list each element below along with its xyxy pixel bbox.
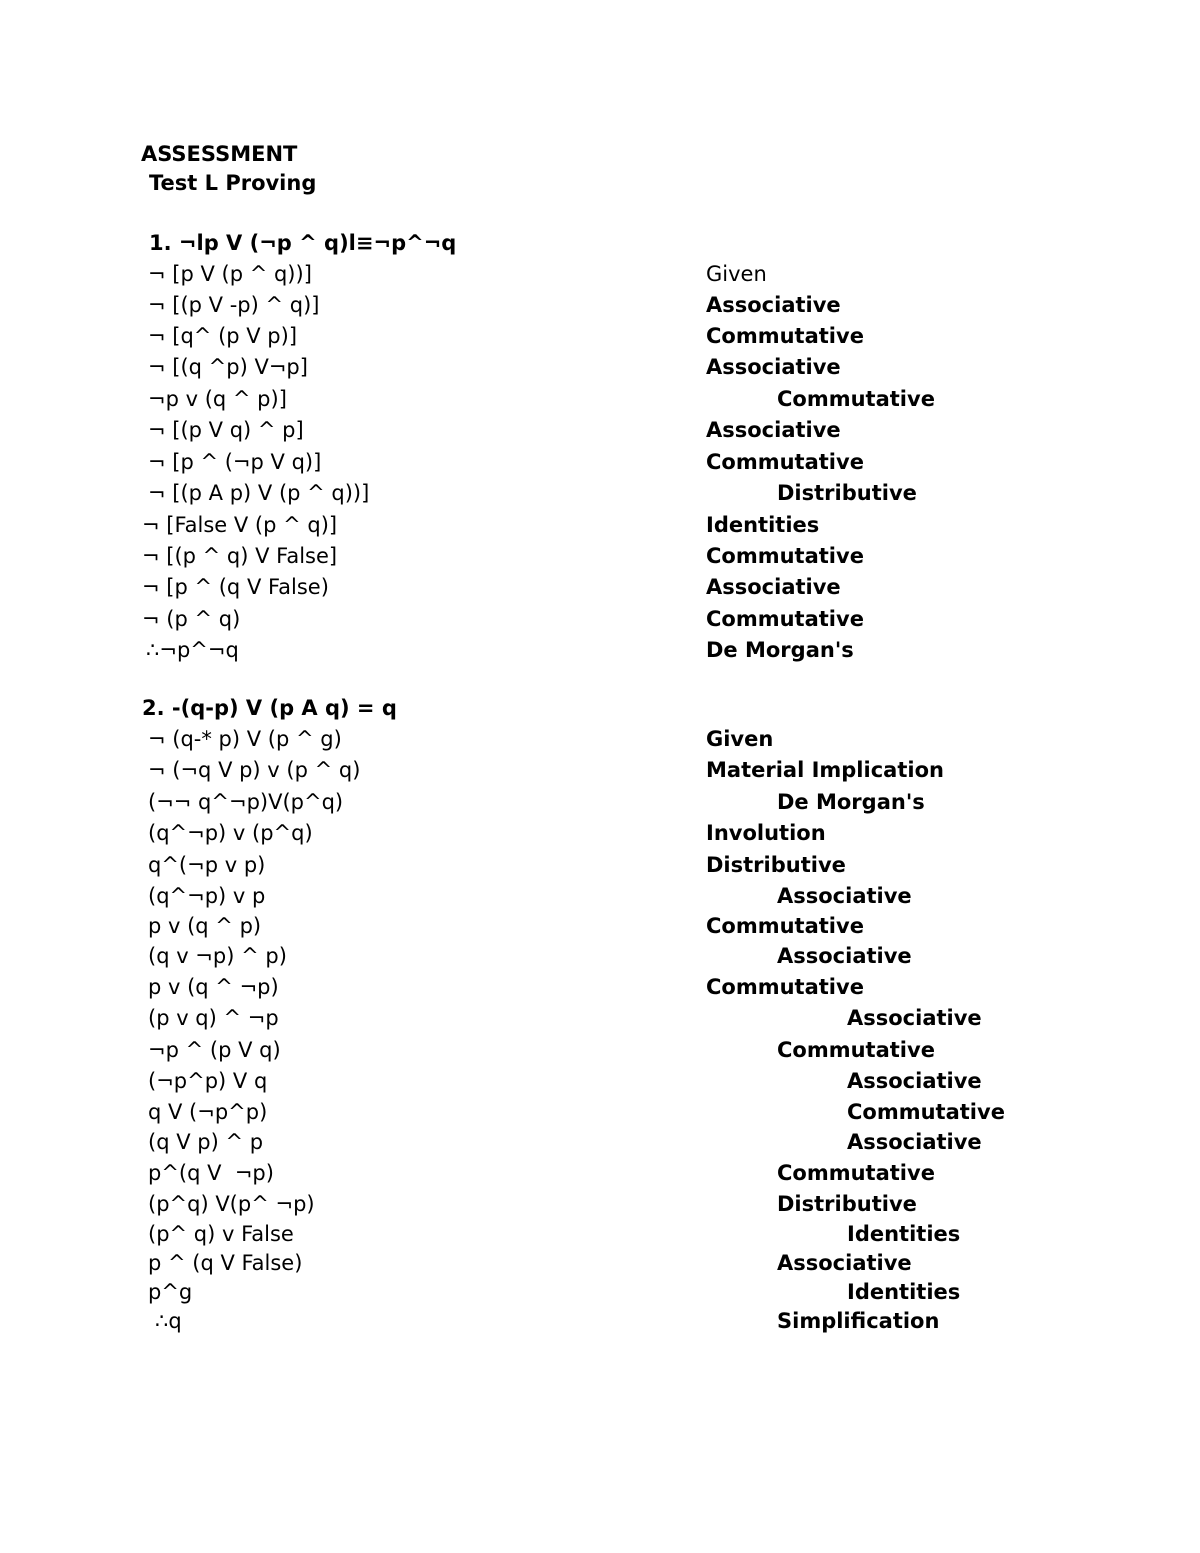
proof-step-rule: Material Implication <box>706 758 944 782</box>
proof-step-rule: Commutative <box>706 450 864 474</box>
proof-step-expression: p v (q ^ ¬p) <box>148 975 279 999</box>
proof-step-expression: (q^¬p) v p <box>148 884 266 908</box>
proof-step-rule: Given <box>706 727 774 751</box>
proof-step-expression: ¬ [p V (p ^ q))] <box>148 262 312 286</box>
proof-step-rule: De Morgan's <box>777 790 925 814</box>
proof-step-rule: Commutative <box>706 607 864 631</box>
proof-step-expression: (p^q) V(p^ ¬p) <box>148 1192 315 1216</box>
proof-step-expression: (q v ¬p) ^ p) <box>148 944 287 968</box>
proof-step-rule: Associative <box>777 884 912 908</box>
document-subtitle: Test L Proving <box>149 171 317 195</box>
proof-step-expression: ¬ [p ^ (¬p V q)] <box>148 450 322 474</box>
proof-step-rule: De Morgan's <box>706 638 854 662</box>
proof-step-expression: ¬ (¬q V p) v (p ^ q) <box>148 758 361 782</box>
problem-1-heading: 1. ¬lp V (¬p ^ q)l≡¬p^¬q <box>149 231 457 255</box>
proof-step-rule: Associative <box>706 575 841 599</box>
proof-step-expression: p ^ (q V False) <box>148 1251 303 1275</box>
proof-step-rule: Commutative <box>847 1100 1005 1124</box>
proof-step-rule: Identities <box>847 1280 961 1304</box>
proof-step-expression: (q V p) ^ p <box>148 1130 264 1154</box>
proof-step-expression: ¬ [(p A p) V (p ^ q))] <box>148 481 370 505</box>
proof-step-rule: Associative <box>777 1251 912 1275</box>
proof-step-rule: Simplification <box>777 1309 940 1333</box>
document-page: ASSESSMENT Test L Proving 1. ¬lp V (¬p ^… <box>0 0 1200 1553</box>
proof-step-expression: p^(q V ¬p) <box>148 1161 274 1185</box>
proof-step-rule: Distributive <box>777 481 917 505</box>
proof-step-rule: Involution <box>706 821 826 845</box>
proof-step-rule: Associative <box>847 1069 982 1093</box>
proof-step-expression: (p v q) ^ ¬p <box>148 1006 279 1030</box>
proof-step-expression: ∴q <box>155 1309 182 1333</box>
proof-step-expression: ¬p ^ (p V q) <box>148 1038 281 1062</box>
proof-step-rule: Commutative <box>777 387 935 411</box>
proof-step-expression: ¬ [(p V q) ^ p] <box>148 418 304 442</box>
proof-step-rule: Commutative <box>706 914 864 938</box>
proof-step-expression: ¬ [p ^ (q V False) <box>142 575 329 599</box>
proof-step-rule: Associative <box>706 418 841 442</box>
proof-step-rule: Identities <box>847 1222 961 1246</box>
proof-step-expression: ¬ [(p V -p) ^ q)] <box>148 293 320 317</box>
proof-step-rule: Commutative <box>706 544 864 568</box>
proof-step-expression: (q^¬p) v (p^q) <box>148 821 313 845</box>
proof-step-rule: Associative <box>847 1006 982 1030</box>
proof-step-expression: ∴¬p^¬q <box>146 638 239 662</box>
proof-step-expression: ¬ (p ^ q) <box>142 607 241 631</box>
proof-step-rule: Commutative <box>777 1038 935 1062</box>
proof-step-expression: ¬ [(q ^p) V¬p] <box>148 355 308 379</box>
document-title: ASSESSMENT <box>141 142 298 166</box>
proof-step-expression: p v (q ^ p) <box>148 914 262 938</box>
proof-step-rule: Associative <box>777 944 912 968</box>
proof-step-rule: Commutative <box>706 975 864 999</box>
proof-step-expression: ¬ (q-* p) V (p ^ g) <box>148 727 342 751</box>
proof-step-expression: ¬ [q^ (p V p)] <box>148 324 298 348</box>
proof-step-expression: p^g <box>148 1280 193 1304</box>
proof-step-rule: Associative <box>706 355 841 379</box>
proof-step-rule: Commutative <box>706 324 864 348</box>
proof-step-rule: Distributive <box>706 853 846 877</box>
proof-step-rule: Commutative <box>777 1161 935 1185</box>
proof-step-expression: q^(¬p v p) <box>148 853 266 877</box>
proof-step-expression: ¬p v (q ^ p)] <box>148 387 287 411</box>
proof-step-rule: Identities <box>706 513 820 537</box>
proof-step-expression: ¬ [False V (p ^ q)] <box>142 513 338 537</box>
proof-step-rule: Given <box>706 262 767 286</box>
proof-step-rule: Associative <box>847 1130 982 1154</box>
proof-step-expression: (¬p^p) V q <box>148 1069 268 1093</box>
proof-step-rule: Distributive <box>777 1192 917 1216</box>
problem-2-heading: 2. -(q-p) V (p A q) = q <box>142 696 397 720</box>
proof-step-expression: (¬¬ q^¬p)V(p^q) <box>148 790 344 814</box>
proof-step-rule: Associative <box>706 293 841 317</box>
proof-step-expression: ¬ [(p ^ q) V False] <box>142 544 338 568</box>
proof-step-expression: q V (¬p^p) <box>148 1100 268 1124</box>
proof-step-expression: (p^ q) v False <box>148 1222 294 1246</box>
